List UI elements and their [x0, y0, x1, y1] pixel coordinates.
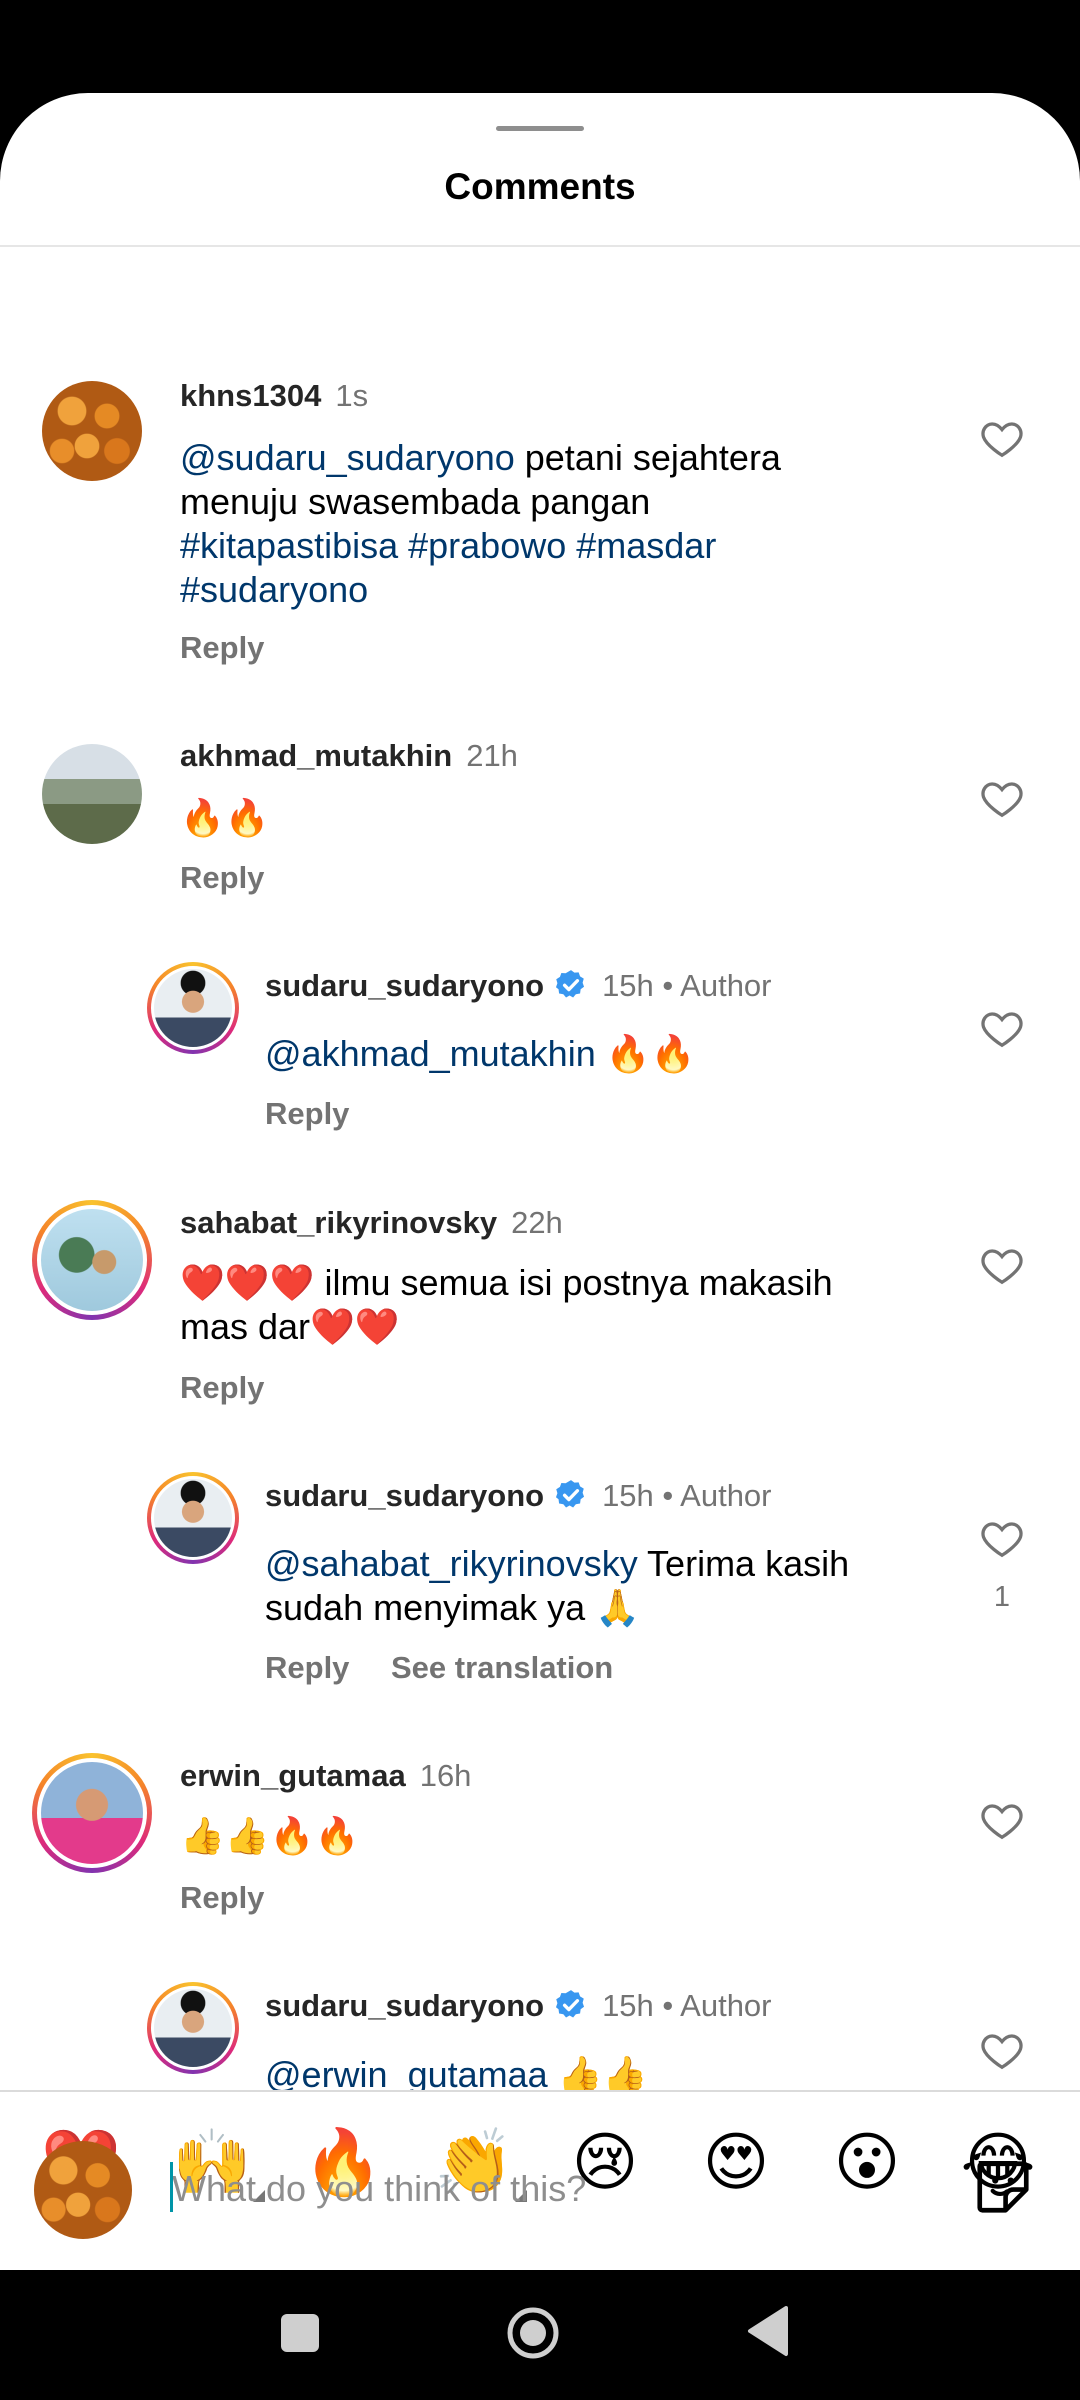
mention-link[interactable]: @sudaru_sudaryono	[180, 437, 515, 478]
heart-icon[interactable]	[980, 1245, 1024, 1285]
comment-composer	[0, 2124, 1080, 2270]
comment-text: ❤️❤️❤️ ilmu semua isi postnya makasih mas…	[180, 1262, 833, 1347]
timestamp: 15h	[602, 968, 654, 1003]
username[interactable]: sudaru_sudaryono	[265, 1478, 544, 1513]
drag-handle[interactable]	[496, 126, 584, 131]
mention-link[interactable]: @akhmad_mutakhin	[265, 1033, 596, 1074]
comment-header: erwin_gutamaa 16h	[180, 1758, 471, 1794]
author-label: • Author	[653, 968, 772, 1003]
timestamp: 22h	[511, 1205, 563, 1240]
avatar[interactable]	[147, 1982, 239, 2074]
status-bar	[0, 0, 1080, 95]
timestamp: 15h	[602, 1478, 654, 1513]
avatar[interactable]	[147, 1472, 239, 1564]
comment-text: @sahabat_rikyrinovsky Terima kasih sudah …	[265, 1543, 850, 1628]
username[interactable]: khns1304	[180, 378, 321, 413]
reply-button[interactable]: Reply	[180, 630, 264, 666]
verified-badge-icon	[556, 970, 585, 998]
sheet-title: Comments	[444, 166, 636, 207]
reply-button[interactable]: Reply	[180, 1370, 264, 1406]
mention-link[interactable]: @sahabat_rikyrinovsky	[265, 1543, 638, 1584]
verified-badge-icon	[556, 1990, 585, 2018]
reply-button[interactable]: Reply	[180, 1880, 264, 1916]
username[interactable]: sudaru_sudaryono	[265, 1988, 544, 2023]
comment-text: @erwin_gutamaa 👍👍	[265, 2053, 647, 2090]
avatar[interactable]	[42, 744, 142, 844]
comment-header: sahabat_rikyrinovsky 22h	[180, 1205, 563, 1241]
see-translation-button[interactable]: See translation	[391, 1650, 613, 1686]
comment-header: khns1304 1s	[180, 378, 368, 414]
text-cursor	[170, 2162, 173, 2212]
avatar[interactable]	[42, 381, 142, 481]
comment-list[interactable]: khns1304 1s @sudaru_sudaryono petani seja…	[0, 248, 1080, 2090]
hashtag-link[interactable]: #sudaryono	[180, 569, 368, 610]
home-button[interactable]	[506, 2306, 560, 2360]
reply-button[interactable]: Reply	[265, 1096, 349, 1132]
comment-header: sudaru_sudaryono 15h • Author	[265, 968, 772, 1004]
mention-link[interactable]: @erwin_gutamaa	[265, 2054, 548, 2090]
comment-text: 🔥🔥	[180, 797, 270, 838]
timestamp: 21h	[466, 738, 518, 773]
avatar	[34, 2141, 132, 2239]
avatar[interactable]	[32, 1200, 152, 1320]
heart-icon[interactable]	[980, 1800, 1024, 1840]
username[interactable]: sahabat_rikyrinovsky	[180, 1205, 497, 1240]
author-label: • Author	[653, 1478, 772, 1513]
reply-button[interactable]: Reply	[180, 860, 264, 896]
comment-input[interactable]	[172, 2159, 932, 2219]
username[interactable]: akhmad_mutakhin	[180, 738, 452, 773]
timestamp: 15h	[602, 1988, 654, 2023]
heart-icon[interactable]	[980, 2030, 1024, 2070]
divider	[0, 245, 1080, 247]
verified-badge-icon	[556, 1480, 585, 1508]
comment-header: sudaru_sudaryono 15h • Author	[265, 1478, 772, 1514]
reply-button[interactable]: Reply	[265, 1650, 349, 1686]
comment-header: akhmad_mutakhin 21h	[180, 738, 518, 774]
like-count[interactable]: 1	[980, 1581, 1024, 1614]
comments-sheet: Comments khns1304 1s @sudaru_sudaryono pe…	[0, 93, 1080, 2270]
avatar[interactable]	[147, 962, 239, 1054]
timestamp: 1s	[335, 378, 369, 413]
avatar[interactable]	[32, 1753, 152, 1873]
timestamp: 16h	[419, 1758, 472, 1793]
hashtag-links[interactable]: #kitapastibisa #prabowo #masdar	[180, 525, 716, 566]
sticker-icon[interactable]	[972, 2156, 1034, 2218]
username[interactable]: erwin_gutamaa	[180, 1758, 406, 1793]
heart-icon[interactable]	[980, 1008, 1024, 1048]
username[interactable]: sudaru_sudaryono	[265, 968, 544, 1003]
recents-button[interactable]	[281, 2314, 319, 2352]
comment-text: @sudaru_sudaryono petani sejahtera menuj…	[180, 437, 781, 610]
comment-text: @akhmad_mutakhin 🔥🔥	[265, 1033, 696, 1074]
comment-text: 👍👍🔥🔥	[180, 1815, 360, 1856]
heart-icon[interactable]	[980, 778, 1024, 818]
back-button[interactable]	[744, 2304, 790, 2358]
author-label: • Author	[653, 1988, 772, 2023]
comment-header: sudaru_sudaryono 15h • Author	[265, 1988, 772, 2024]
heart-icon[interactable]	[980, 418, 1024, 458]
heart-icon[interactable]	[980, 1518, 1024, 1558]
